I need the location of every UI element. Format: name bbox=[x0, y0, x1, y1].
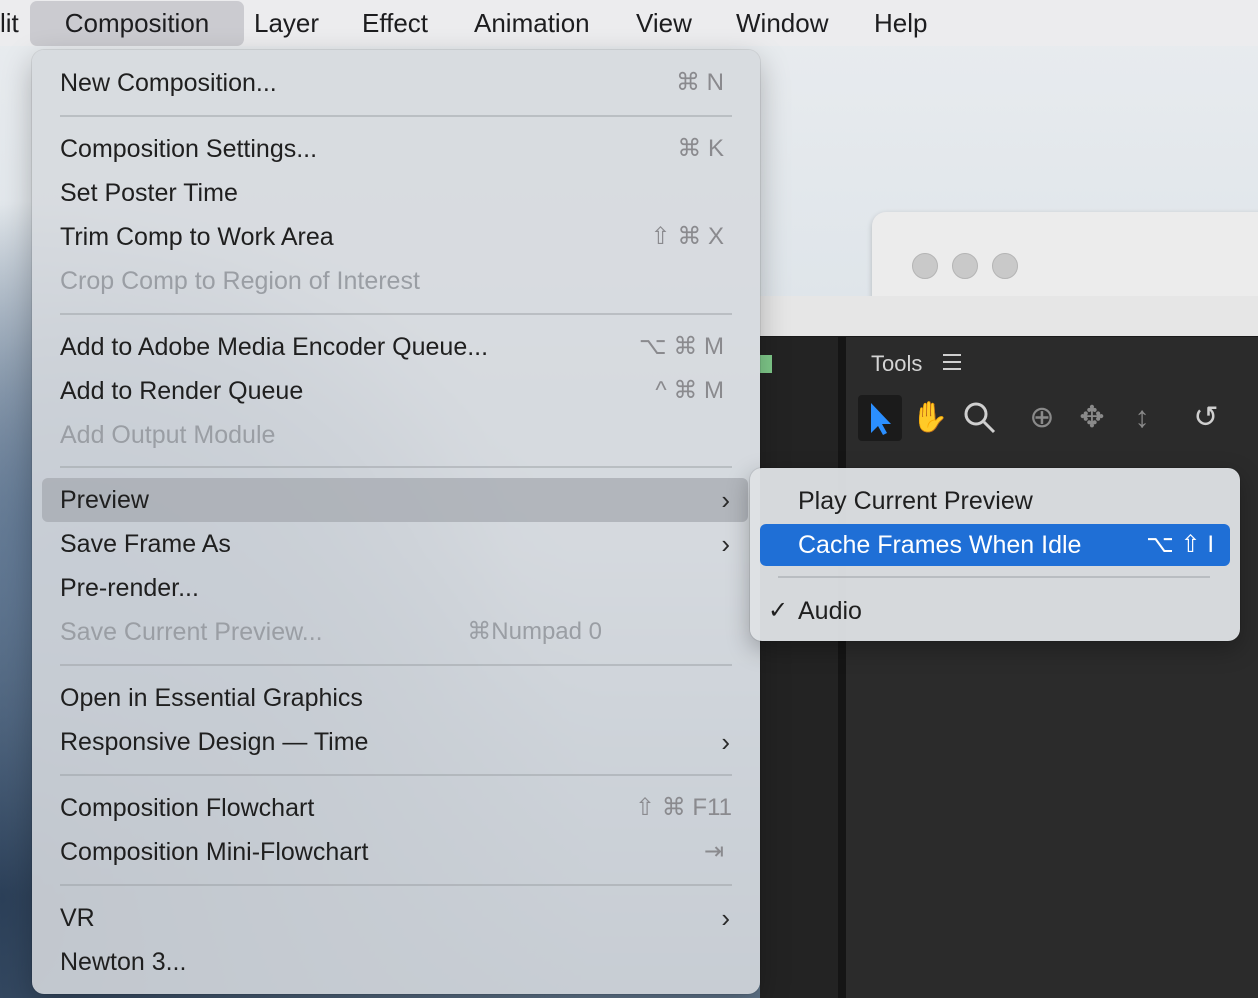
menu-item-save-frame-as[interactable]: Save Frame As › bbox=[42, 522, 748, 566]
zoom-window-icon[interactable] bbox=[992, 253, 1018, 279]
menu-animation[interactable]: Animation bbox=[474, 0, 590, 46]
menu-item-preview[interactable]: Preview › bbox=[42, 478, 748, 522]
menu-separator bbox=[60, 313, 732, 315]
submenu-arrow-icon: › bbox=[721, 485, 730, 515]
preview-submenu: Play Current Preview Cache Frames When I… bbox=[750, 468, 1240, 641]
menu-item-add-output-module: Add Output Module bbox=[42, 413, 748, 457]
menu-item-save-current-preview: Save Current Preview... ⌘Numpad 0 bbox=[42, 610, 748, 654]
menu-item-label: Save Current Preview... bbox=[60, 618, 323, 646]
menu-separator bbox=[60, 884, 732, 886]
menu-item-label: Newton 3... bbox=[60, 948, 187, 976]
menu-item-label: Add to Adobe Media Encoder Queue... bbox=[60, 333, 489, 361]
submenu-item-audio[interactable]: ✓ Audio bbox=[760, 590, 1230, 632]
submenu-item-play-current-preview[interactable]: Play Current Preview bbox=[760, 480, 1230, 522]
menu-item-shortcut: ⌘Numpad 0 bbox=[467, 618, 602, 645]
background-window-strip bbox=[760, 296, 1258, 338]
submenu-arrow-icon: › bbox=[721, 727, 730, 757]
tools-toolbar: ✋ ⊕ ✥ ↕ ↺ bbox=[858, 395, 1258, 443]
menu-item-new-composition[interactable]: New Composition... ⌘ N bbox=[42, 61, 748, 105]
menu-item-label: Pre-render... bbox=[60, 574, 199, 602]
menu-item-trim-comp[interactable]: Trim Comp to Work Area ⇧ ⌘ X bbox=[42, 215, 748, 259]
menu-separator bbox=[60, 774, 732, 776]
menu-item-shortcut: ^ ⌘ M bbox=[655, 377, 724, 404]
menu-help[interactable]: Help bbox=[874, 0, 927, 46]
left-panel-edge bbox=[760, 337, 846, 998]
menu-item-composition-flowchart[interactable]: Composition Flowchart ⇧ ⌘ F11 bbox=[42, 786, 748, 830]
menu-item-label: Composition Flowchart bbox=[60, 794, 315, 822]
menu-effect[interactable]: Effect bbox=[362, 0, 428, 46]
menu-item-composition-mini-flowchart[interactable]: Composition Mini-Flowchart ⇥ bbox=[42, 830, 748, 874]
menu-item-composition-settings[interactable]: Composition Settings... ⌘ K bbox=[42, 127, 748, 171]
menu-item-label: Add to Render Queue bbox=[60, 377, 304, 405]
menu-separator bbox=[778, 576, 1210, 578]
menu-item-label: Preview bbox=[60, 486, 149, 514]
menu-edit[interactable]: lit bbox=[0, 0, 19, 46]
dolly-camera-tool-icon[interactable]: ↕ bbox=[1120, 395, 1164, 441]
menu-item-open-essential-graphics[interactable]: Open in Essential Graphics bbox=[42, 676, 748, 720]
menu-item-label: Add Output Module bbox=[60, 421, 276, 449]
pan-camera-tool-icon[interactable]: ✥ bbox=[1070, 395, 1114, 441]
menu-item-set-poster-time[interactable]: Set Poster Time bbox=[42, 171, 748, 215]
tools-panel-title: Tools bbox=[871, 351, 923, 376]
zoom-tool-icon[interactable] bbox=[958, 395, 1002, 441]
app-panels: Tools ✋ ⊕ ✥ ↕ ↺ bbox=[760, 337, 1258, 998]
menu-item-label: Set Poster Time bbox=[60, 179, 238, 207]
submenu-item-cache-frames-when-idle[interactable]: Cache Frames When Idle ⌥ ⇧ I bbox=[760, 524, 1230, 566]
menu-view[interactable]: View bbox=[636, 0, 692, 46]
menu-item-label: VR bbox=[60, 904, 95, 932]
menu-composition[interactable]: Composition bbox=[30, 1, 244, 46]
menu-item-add-media-encoder[interactable]: Add to Adobe Media Encoder Queue... ⌥ ⌘ … bbox=[42, 325, 748, 369]
selection-tool-icon[interactable] bbox=[858, 395, 902, 441]
menu-item-shortcut: ⌥ ⌘ M bbox=[639, 333, 724, 360]
menu-window[interactable]: Window bbox=[736, 0, 828, 46]
menu-separator bbox=[60, 115, 732, 117]
menu-item-label: New Composition... bbox=[60, 69, 277, 97]
menu-item-shortcut: ⇧ ⌘ X bbox=[650, 223, 724, 250]
menu-item-label: Open in Essential Graphics bbox=[60, 684, 363, 712]
checkmark-icon: ✓ bbox=[768, 597, 789, 624]
submenu-item-label: Play Current Preview bbox=[798, 487, 1033, 515]
menu-item-shortcut: ⇧ ⌘ F11 bbox=[634, 794, 732, 821]
menu-item-shortcut: ⇥ bbox=[703, 838, 724, 865]
submenu-item-shortcut: ⌥ ⇧ I bbox=[1146, 531, 1214, 558]
menu-item-crop-comp: Crop Comp to Region of Interest bbox=[42, 259, 748, 303]
rotation-tool-icon[interactable]: ↺ bbox=[1184, 395, 1228, 441]
submenu-arrow-icon: › bbox=[721, 529, 730, 559]
close-window-icon[interactable] bbox=[912, 253, 938, 279]
menu-separator bbox=[60, 466, 732, 468]
menu-item-label: Composition Settings... bbox=[60, 135, 318, 163]
menu-item-label: Responsive Design — Time bbox=[60, 728, 369, 756]
panel-menu-icon[interactable] bbox=[943, 354, 961, 370]
color-label-swatch bbox=[760, 355, 772, 373]
menu-item-label: Composition Mini-Flowchart bbox=[60, 838, 369, 866]
menu-item-shortcut: ⌘ N bbox=[676, 69, 724, 96]
minimize-window-icon[interactable] bbox=[952, 253, 978, 279]
menu-item-shortcut: ⌘ K bbox=[677, 135, 724, 162]
composition-menu: New Composition... ⌘ N Composition Setti… bbox=[32, 50, 760, 994]
submenu-item-label: Audio bbox=[798, 597, 862, 625]
orbit-camera-tool-icon[interactable]: ⊕ bbox=[1020, 395, 1064, 441]
menu-separator bbox=[60, 664, 732, 666]
menu-bar: lit Composition Layer Effect Animation V… bbox=[0, 0, 1258, 46]
menu-item-responsive-design[interactable]: Responsive Design — Time › bbox=[42, 720, 748, 764]
menu-item-newton[interactable]: Newton 3... bbox=[42, 940, 748, 984]
menu-item-vr[interactable]: VR › bbox=[42, 896, 748, 940]
menu-item-add-render-queue[interactable]: Add to Render Queue ^ ⌘ M bbox=[42, 369, 748, 413]
submenu-item-label: Cache Frames When Idle bbox=[798, 531, 1082, 559]
menu-item-pre-render[interactable]: Pre-render... bbox=[42, 566, 748, 610]
background-window-titlebar bbox=[872, 212, 1258, 304]
menu-item-label: Crop Comp to Region of Interest bbox=[60, 267, 420, 295]
menu-layer[interactable]: Layer bbox=[254, 0, 319, 46]
hand-tool-icon[interactable]: ✋ bbox=[908, 395, 952, 441]
submenu-arrow-icon: › bbox=[721, 903, 730, 933]
menu-item-label: Save Frame As bbox=[60, 530, 231, 558]
menu-item-label: Trim Comp to Work Area bbox=[60, 223, 334, 251]
